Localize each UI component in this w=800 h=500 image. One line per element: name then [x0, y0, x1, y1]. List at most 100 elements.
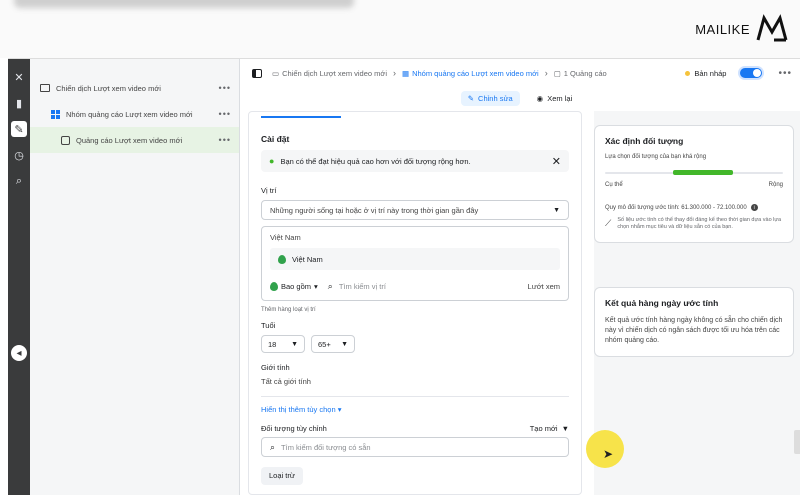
search-icon: ⌕ — [270, 441, 276, 452]
location-type-select[interactable]: Những người sống tại hoặc ở vị trí này t… — [261, 200, 569, 220]
location-type-value: Những người sống tại hoặc ở vị trí này t… — [270, 205, 479, 215]
custom-audience-header: Đối tượng tùy chỉnh Tạo mới ▼ — [261, 424, 569, 433]
meter-right-label: Rộng — [768, 182, 783, 188]
chevron-right-icon: › — [393, 68, 396, 78]
mode-switcher: ✎ Chỉnh sửa ◉ Xem lại — [240, 87, 800, 109]
mouse-cursor-icon: ➤ — [603, 447, 614, 461]
age-min-value: 18 — [268, 339, 277, 349]
campaign-tree: Chiến dịch Lượt xem video mới ••• Nhóm q… — [30, 59, 240, 495]
lightbulb-icon: ● — [269, 156, 275, 166]
age-max-select[interactable]: 65+ ▼ — [311, 335, 355, 353]
location-pin-icon — [278, 254, 286, 264]
trend-icon: ⟋ — [605, 218, 612, 228]
tree-item-ad[interactable]: Quảng cáo Lượt xem video mới ••• — [30, 127, 239, 153]
age-range: 18 ▼ 65+ ▼ — [261, 335, 569, 353]
create-new-dropdown[interactable]: Tạo mới ▼ — [530, 424, 569, 433]
search-icon[interactable]: ⌕ — [11, 173, 27, 189]
location-chip[interactable]: Việt Nam — [270, 248, 560, 270]
custom-audience-search[interactable]: ⌕ Tìm kiếm đối tượng có sẵn — [261, 437, 569, 457]
publish-toggle[interactable] — [738, 66, 765, 80]
edit-pencil-icon[interactable]: ✎ — [11, 121, 27, 137]
expand-panel-icon[interactable]: ◂ — [11, 345, 27, 361]
folder-icon: ▭ — [272, 68, 280, 78]
tree-item-campaign[interactable]: Chiến dịch Lượt xem video mới ••• — [30, 75, 239, 101]
edit-mode-button[interactable]: ✎ Chỉnh sửa — [460, 90, 520, 106]
scroll-handle[interactable] — [794, 430, 800, 454]
more-options-icon[interactable]: ••• — [219, 109, 231, 119]
location-chip-label: Việt Nam — [292, 254, 323, 264]
edit-mode-label: Chỉnh sửa — [478, 93, 513, 103]
caret-down-icon: ▼ — [561, 424, 569, 433]
breadcrumb: ▭ Chiến dịch Lượt xem video mới › ▦ Nhóm… — [240, 59, 800, 87]
ad-icon — [60, 135, 70, 145]
clock-icon[interactable]: ◷ — [11, 147, 27, 163]
location-tools: Bao gồm ▾ ⌕ Tìm kiếm vị trí Lướt xem — [270, 278, 560, 294]
brand-watermark: MAILIKE — [695, 14, 788, 44]
tip-text: Bạn có thể đạt hiệu quả cao hơn với đối … — [280, 156, 471, 166]
close-icon[interactable]: ✕ — [552, 155, 561, 168]
eye-icon: ◉ — [536, 93, 544, 103]
audience-breadth-meter — [605, 170, 783, 176]
include-label: Bao gồm — [281, 281, 312, 291]
caret-down-icon: ▾ — [314, 281, 318, 291]
breadcrumb-label: Nhóm quảng cáo Lượt xem video mới — [412, 68, 539, 78]
blurred-heading — [14, 0, 354, 8]
daily-results-card: Kết quả hàng ngày ước tính Kết quả ước t… — [594, 287, 794, 358]
audience-tip: ● Bạn có thể đạt hiệu quả cao hơn với đố… — [261, 150, 569, 172]
brand-text: MAILIKE — [695, 21, 750, 37]
adset-grid-icon: ▦ — [402, 68, 410, 78]
chart-icon[interactable]: ▮ — [11, 95, 27, 111]
show-more-options-link[interactable]: Hiển thị thêm tùy chọn ▾ — [261, 405, 569, 414]
status-badge: Bản nháp — [685, 69, 726, 78]
location-box: Việt Nam Việt Nam Bao gồm ▾ ⌕ Tìm kiếm v… — [261, 226, 569, 301]
estimate-note: ⟋ Số liệu ước tính có thể thay đổi đáng … — [605, 217, 783, 232]
audience-definition-card: Xác định đối tượng Lựa chọn đối tượng củ… — [594, 125, 794, 243]
estimate-note-text: Số liệu ước tính có thể thay đổi đáng kể… — [617, 217, 782, 231]
age-max-value: 65+ — [318, 339, 331, 349]
divider — [261, 396, 569, 397]
breadcrumb-adset[interactable]: ▦ Nhóm quảng cáo Lượt xem video mới — [402, 69, 539, 78]
card-body: Kết quả ước tính hàng ngày không có sẵn … — [605, 317, 783, 345]
status-label: Bản nháp — [694, 68, 727, 78]
audience-size-text: Quy mô đối tượng ước tính: 61.300.000 - … — [605, 204, 747, 211]
meter-labels: Cụ thể Rộng — [605, 182, 783, 188]
pencil-icon: ✎ — [467, 93, 475, 103]
meter-fill — [672, 170, 734, 175]
right-panel: Xác định đối tượng Lựa chọn đối tượng củ… — [594, 111, 800, 495]
card-title: Xác định đối tượng — [605, 136, 684, 146]
toggle-sidebar-icon[interactable] — [252, 68, 262, 78]
more-options-icon[interactable]: ••• — [778, 68, 792, 79]
breadcrumb-campaign[interactable]: ▭ Chiến dịch Lượt xem video mới — [272, 69, 387, 78]
bulk-locations-link[interactable]: Thêm hàng loạt vị trí — [261, 307, 569, 313]
exclude-button[interactable]: Loại trừ — [261, 466, 303, 485]
more-options-icon[interactable]: ••• — [219, 83, 231, 93]
tree-item-label: Chiến dịch Lượt xem video mới — [56, 83, 161, 93]
caret-down-icon: ▼ — [291, 340, 298, 348]
more-options-icon[interactable]: ••• — [219, 135, 231, 145]
gender-label: Giới tính — [261, 363, 290, 372]
ads-manager-window: ✕ ▮ ✎ ◷ ⌕ ◂ Chiến dịch Lượt xem video mớ… — [8, 58, 800, 495]
location-pin-icon — [270, 281, 278, 291]
review-mode-button[interactable]: ◉ Xem lại — [530, 91, 580, 106]
caret-down-icon: ▼ — [341, 340, 348, 348]
adset-editor: Cài đặt ● Bạn có thể đạt hiệu quả cao hơ… — [248, 111, 582, 495]
country-group-label: Việt Nam — [270, 233, 301, 242]
include-dropdown[interactable]: Bao gồm ▾ — [270, 281, 318, 291]
gender-value[interactable]: Tất cả giới tính — [261, 377, 569, 386]
card-subtitle: Lựa chọn đối tượng của bạn khá rộng — [605, 154, 707, 160]
breadcrumb-ad[interactable]: ▢ 1 Quảng cáo — [554, 69, 607, 78]
browse-link[interactable]: Lướt xem — [528, 282, 560, 291]
age-min-select[interactable]: 18 ▼ — [261, 335, 305, 353]
left-rail: ✕ ▮ ✎ ◷ ⌕ — [8, 59, 30, 495]
breadcrumb-label: 1 Quảng cáo — [563, 68, 607, 78]
adset-grid-icon — [50, 109, 60, 119]
location-search-input[interactable]: Tìm kiếm vị trí — [339, 282, 386, 291]
video-overlay-header: MAILIKE — [0, 0, 800, 58]
custom-audience-placeholder: Tìm kiếm đối tượng có sẵn — [281, 442, 371, 452]
meter-left-label: Cụ thể — [605, 182, 623, 188]
search-icon: ⌕ — [327, 280, 333, 291]
tree-item-adset[interactable]: Nhóm quảng cáo Lượt xem video mới ••• — [30, 101, 239, 127]
close-icon[interactable]: ✕ — [11, 69, 27, 85]
info-icon[interactable]: i — [750, 204, 758, 211]
settings-title: Cài đặt — [261, 134, 290, 144]
